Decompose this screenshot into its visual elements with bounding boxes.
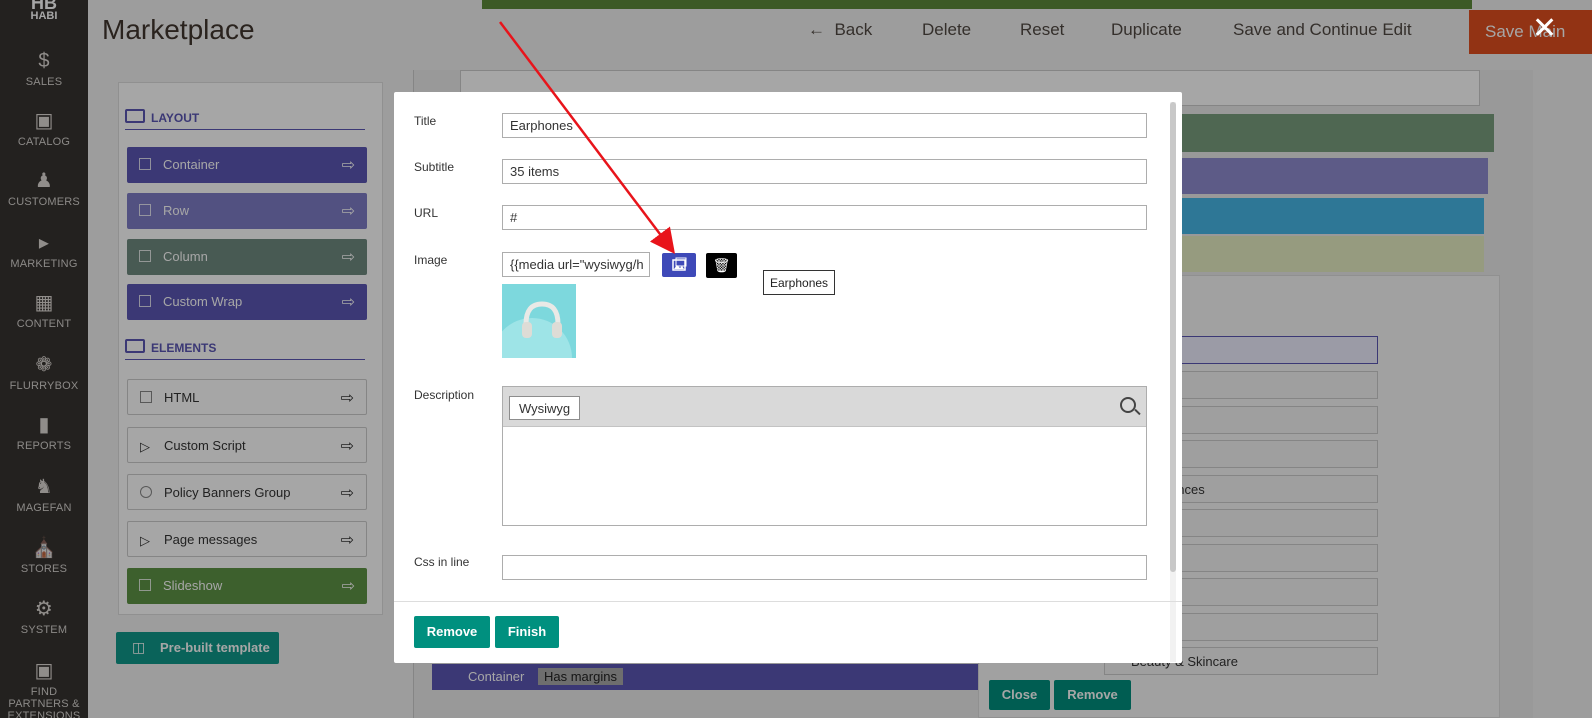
trash-icon: 🗑	[712, 257, 731, 273]
zoom-in-icon[interactable]	[1120, 397, 1136, 413]
modal-scrollbar[interactable]	[1170, 102, 1176, 662]
css-inline-input[interactable]	[502, 555, 1147, 580]
editor-toolbar: Wysiwyg	[503, 387, 1146, 427]
delete-image-button[interactable]: 🗑	[706, 253, 737, 278]
finish-button[interactable]: Finish	[495, 616, 559, 648]
headphones-image	[502, 301, 572, 358]
close-icon[interactable]: ✕	[1532, 14, 1557, 44]
title-input[interactable]: Earphones	[502, 113, 1147, 138]
subtitle-input[interactable]: 35 items	[502, 159, 1147, 184]
image-gallery-icon	[672, 257, 687, 271]
url-label: URL	[414, 206, 439, 220]
css-inline-label: Css in line	[414, 555, 470, 569]
edit-item-modal: Title Earphones Subtitle 35 items URL # …	[394, 92, 1182, 663]
remove-button[interactable]: Remove	[414, 616, 490, 648]
footer-divider	[394, 601, 1182, 602]
wysiwyg-button[interactable]: Wysiwyg	[509, 396, 581, 420]
description-label: Description	[414, 388, 475, 402]
subtitle-label: Subtitle	[414, 160, 455, 174]
description-editor[interactable]: Wysiwyg	[502, 386, 1147, 526]
image-label: Image	[414, 253, 448, 267]
image-tooltip: Earphones	[763, 270, 836, 295]
url-input[interactable]: #	[502, 205, 1147, 230]
title-label: Title	[414, 114, 437, 128]
scrollbar-thumb[interactable]	[1170, 102, 1176, 572]
browse-image-button[interactable]	[662, 253, 696, 277]
image-url-input[interactable]: {{media url="wysiwyg/h	[502, 252, 650, 277]
image-preview	[502, 284, 576, 358]
